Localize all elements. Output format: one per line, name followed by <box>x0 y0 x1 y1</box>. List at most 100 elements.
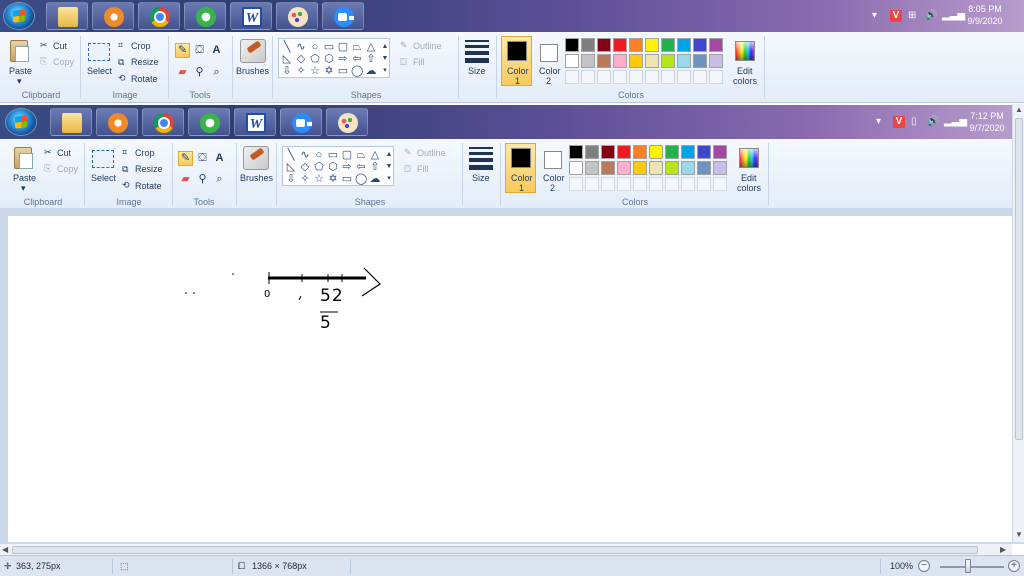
scroll-down-icon[interactable]: ▼ <box>1015 530 1023 539</box>
eraser-icon[interactable]: ▰ <box>178 172 193 187</box>
select-icon[interactable] <box>88 43 110 61</box>
palette-swatch[interactable] <box>585 161 599 175</box>
clock-inner[interactable]: 7:12 PM 9/7/2020 <box>962 110 1012 134</box>
drawing-canvas[interactable]: 0 52 5 <box>8 216 1012 542</box>
cut-button[interactable]: Cut <box>53 41 67 51</box>
color1-button[interactable]: Color 1 <box>505 143 536 193</box>
palette-swatch[interactable] <box>597 54 611 68</box>
palette-swatch[interactable] <box>645 54 659 68</box>
paste-icon[interactable] <box>14 147 33 169</box>
triangle-shape-icon[interactable]: △ <box>369 149 381 161</box>
tray-battery-icon[interactable]: ▯ <box>911 116 917 128</box>
edit-colors-label[interactable]: Edit <box>741 173 757 183</box>
palette-swatch-empty[interactable] <box>613 70 627 84</box>
polygon-shape-icon[interactable]: ⏢ <box>355 149 367 161</box>
shapes-gallery[interactable]: ╲ ∿ ○ ▭ ▢ ⏢ △ ◺ ◇ ⬠ ⬡ ⇨ ⇦ ⇧ ⇩ ✧ ☆ ✡ ▭ ◯ … <box>278 38 390 78</box>
taskbar-zoom-button-inner[interactable] <box>280 108 322 136</box>
size-icon[interactable] <box>465 40 489 66</box>
palette-swatch[interactable] <box>617 161 631 175</box>
palette-swatch[interactable] <box>713 145 727 159</box>
select-button[interactable]: Select <box>91 173 116 183</box>
diamond-shape-icon[interactable]: ◇ <box>299 161 311 173</box>
callout-rect-shape-icon[interactable]: ▭ <box>337 65 349 77</box>
tray-v-icon[interactable]: V <box>893 116 905 128</box>
palette-swatch[interactable] <box>693 38 707 52</box>
zoom-out-icon[interactable]: − <box>918 560 930 572</box>
resize-icon[interactable]: ⧉ <box>122 164 128 175</box>
size-icon[interactable] <box>469 147 493 173</box>
text-tool-icon[interactable]: A <box>212 151 227 166</box>
palette-swatch[interactable] <box>565 38 579 52</box>
select-icon[interactable] <box>92 150 114 168</box>
palette-swatch[interactable] <box>569 145 583 159</box>
resize-icon[interactable]: ⧉ <box>118 57 124 68</box>
outline-icon[interactable]: ✎ <box>404 147 412 158</box>
cut-icon[interactable]: ✂ <box>40 40 48 51</box>
palette-swatch[interactable] <box>581 54 595 68</box>
shapes-gallery[interactable]: ╲ ∿ ○ ▭ ▢ ⏢ △ ◺ ◇ ⬠ ⬡ ⇨ ⇦ ⇧ ⇩ ✧ ☆ ✡ ▭ ◯ … <box>282 146 394 186</box>
taskbar-zoom-button[interactable] <box>322 2 364 30</box>
paste-icon[interactable] <box>10 40 29 62</box>
palette-swatch[interactable] <box>665 161 679 175</box>
palette-swatch-empty[interactable] <box>581 70 595 84</box>
shapes-scroll-up-icon[interactable]: ▲ <box>383 149 395 161</box>
up-arrow-shape-icon[interactable]: ⇧ <box>369 161 381 173</box>
edit-colors-label-2[interactable]: colors <box>737 183 761 193</box>
palette-swatch[interactable] <box>597 38 611 52</box>
shapes-expand-icon[interactable]: ▾ <box>383 173 395 185</box>
line-shape-icon[interactable]: ╲ <box>281 41 293 53</box>
edit-colors-icon[interactable] <box>735 41 755 61</box>
diamond-shape-icon[interactable]: ◇ <box>295 53 307 65</box>
zoom-in-icon[interactable]: + <box>1008 560 1020 572</box>
palette-swatch-empty[interactable] <box>661 70 675 84</box>
taskbar-media-button[interactable] <box>92 2 134 30</box>
rounded-rect-shape-icon[interactable]: ▢ <box>337 41 349 53</box>
paste-chevron-icon[interactable]: ▾ <box>21 183 26 194</box>
cut-button[interactable]: Cut <box>57 148 71 158</box>
palette-swatch[interactable] <box>709 54 723 68</box>
copy-icon[interactable]: ⎘ <box>44 163 51 174</box>
outline-button[interactable]: Outline <box>413 41 442 51</box>
palette-swatch[interactable] <box>613 54 627 68</box>
paste-button[interactable]: Paste <box>13 173 36 183</box>
taskbar-green-app-button-inner[interactable] <box>188 108 230 136</box>
tray-expand-icon[interactable]: ▾ <box>876 116 881 128</box>
palette-swatch[interactable] <box>677 54 691 68</box>
crop-icon[interactable]: ⌗ <box>118 40 123 51</box>
palette-swatch[interactable] <box>601 161 615 175</box>
horizontal-scroll-thumb[interactable] <box>12 546 978 554</box>
color2-button[interactable]: Color 2 <box>535 36 563 86</box>
taskbar-paint-button[interactable] <box>276 2 318 30</box>
palette-swatch[interactable] <box>661 54 675 68</box>
curve-shape-icon[interactable]: ∿ <box>295 41 307 53</box>
palette-swatch-empty[interactable] <box>569 177 583 191</box>
edit-colors-icon[interactable] <box>739 148 759 168</box>
color-picker-icon[interactable]: ⚲ <box>192 65 207 80</box>
hexagon-shape-icon[interactable]: ⬡ <box>327 161 339 173</box>
taskbar-word-button[interactable]: W <box>230 2 272 30</box>
horizontal-scrollbar[interactable]: ◀ ▶ <box>0 543 1012 555</box>
tray-expand-icon[interactable]: ▾ <box>872 10 877 22</box>
left-arrow-shape-icon[interactable]: ⇦ <box>355 161 367 173</box>
rotate-button[interactable]: Rotate <box>135 181 162 191</box>
palette-swatch-empty[interactable] <box>693 70 707 84</box>
palette-swatch-empty[interactable] <box>697 177 711 191</box>
copy-button[interactable]: Copy <box>53 57 74 67</box>
palette-swatch-empty[interactable] <box>633 177 647 191</box>
four-point-star-shape-icon[interactable]: ✧ <box>299 173 311 185</box>
palette-swatch[interactable] <box>697 161 711 175</box>
left-arrow-shape-icon[interactable]: ⇦ <box>351 53 363 65</box>
crop-button[interactable]: Crop <box>131 41 151 51</box>
four-point-star-shape-icon[interactable]: ✧ <box>295 65 307 77</box>
palette-swatch[interactable] <box>613 38 627 52</box>
five-point-star-shape-icon[interactable]: ☆ <box>313 173 325 185</box>
edit-colors-label[interactable]: Edit <box>737 66 753 76</box>
shapes-scroll-up-icon[interactable]: ▲ <box>379 41 391 53</box>
outline-icon[interactable]: ✎ <box>400 40 408 51</box>
palette-swatch[interactable] <box>565 54 579 68</box>
taskbar-word-button-inner[interactable]: W <box>234 108 276 136</box>
rectangle-shape-icon[interactable]: ▭ <box>323 41 335 53</box>
cloud-callout-shape-icon[interactable]: ☁ <box>365 65 377 77</box>
palette-swatch-empty[interactable] <box>665 177 679 191</box>
oval-shape-icon[interactable]: ○ <box>309 41 321 53</box>
